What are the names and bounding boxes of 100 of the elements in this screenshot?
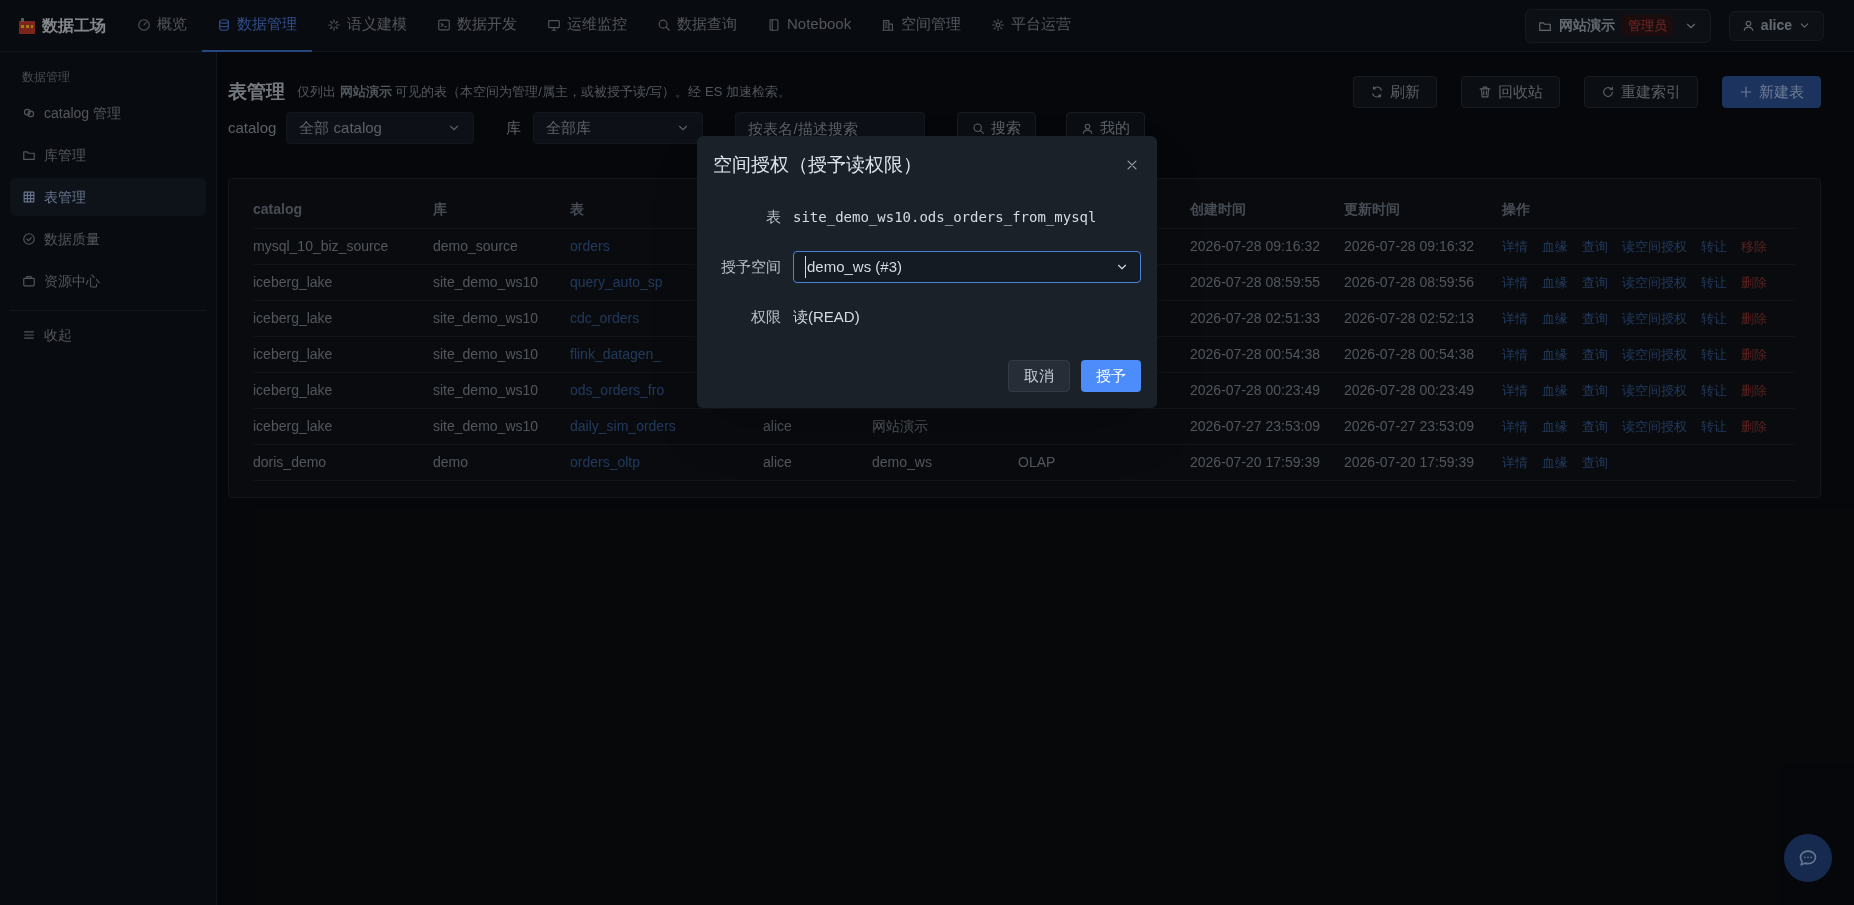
search-icon (972, 121, 986, 135)
table-cell-text: site_demo_ws10 (433, 273, 540, 292)
grid-icon (22, 190, 36, 204)
workspace-switcher[interactable]: 网站演示 管理员 (1524, 8, 1711, 43)
briefcase-icon (22, 274, 36, 288)
field-label: 授予空间 (720, 256, 782, 277)
action-link[interactable]: 查询 (1582, 416, 1608, 437)
book-icon (767, 17, 781, 32)
table-cell-text: 网站演示 (872, 417, 929, 436)
filter-label: 库 (506, 117, 522, 138)
action-link[interactable]: 详情 (1502, 344, 1528, 365)
action-link[interactable]: 血缘 (1542, 416, 1568, 437)
action-link[interactable]: 读空间授权 (1622, 272, 1687, 293)
action-link[interactable]: 删除 (1741, 272, 1767, 293)
action-link[interactable]: 转让 (1701, 308, 1727, 329)
cancel-button[interactable]: 取消 (1008, 360, 1070, 392)
action-link[interactable]: 移除 (1741, 236, 1767, 257)
action-link[interactable]: 查询 (1582, 272, 1608, 293)
database-icon (217, 17, 231, 32)
toolbar-button[interactable]: 刷新 (1353, 76, 1437, 108)
sidebar-item[interactable]: 库管理 (10, 136, 206, 174)
gauge-icon (137, 17, 151, 32)
action-link[interactable]: 详情 (1502, 308, 1528, 329)
action-link[interactable]: 转让 (1701, 344, 1727, 365)
action-link[interactable]: 详情 (1502, 416, 1528, 437)
sparkle-icon (327, 17, 341, 32)
grant-button[interactable]: 授予 (1081, 360, 1141, 392)
sidebar-item[interactable]: 表管理 (10, 178, 206, 216)
link-icon (22, 106, 36, 120)
user-icon (1081, 121, 1095, 135)
table-identifier: site_demo_ws10.ods_orders_from_mysql (793, 207, 1097, 228)
action-link[interactable]: 血缘 (1542, 380, 1568, 401)
user-menu[interactable]: alice (1728, 10, 1824, 41)
table-cell-text: iceberg_lake (253, 273, 334, 292)
action-link[interactable]: 读空间授权 (1622, 380, 1687, 401)
settings-icon (991, 17, 1006, 32)
action-link[interactable]: 血缘 (1542, 308, 1568, 329)
action-link[interactable]: 删除 (1741, 416, 1767, 437)
column-header: 操作 (1502, 200, 1531, 219)
action-link[interactable]: 详情 (1502, 236, 1528, 257)
table-cell-text: 2026-07-28 09:16:32 (1344, 237, 1475, 256)
action-link[interactable]: 查询 (1582, 344, 1608, 365)
action-link[interactable]: 读空间授权 (1622, 236, 1687, 257)
action-link[interactable]: 查询 (1582, 308, 1608, 329)
nav-tab[interactable]: 概览 (122, 0, 202, 52)
action-link[interactable]: 血缘 (1542, 452, 1568, 473)
table-cell-text: 2026-07-27 23:53:09 (1344, 417, 1475, 436)
table-cell-text: 2026-07-28 09:16:32 (1190, 237, 1321, 256)
filter-label: catalog (228, 117, 277, 138)
nav-tab[interactable]: Notebook (752, 0, 867, 52)
action-link[interactable]: 读空间授权 (1622, 416, 1687, 437)
user-icon (1741, 19, 1755, 32)
table-cell-text: iceberg_lake (253, 309, 334, 328)
folder-icon (22, 148, 36, 162)
toolbar-button[interactable]: 重建索引 (1584, 76, 1698, 108)
action-link[interactable]: 删除 (1741, 380, 1767, 401)
action-link[interactable]: 转让 (1701, 380, 1727, 401)
page-title: 表管理 (228, 79, 285, 104)
table-cell-text: doris_demo (253, 453, 328, 472)
plus-icon (1739, 85, 1753, 99)
search-icon (657, 17, 671, 32)
action-link[interactable]: 血缘 (1542, 236, 1568, 257)
action-link[interactable]: 详情 (1502, 380, 1528, 401)
nav-tab[interactable]: 空间管理 (866, 0, 977, 52)
chat-button[interactable] (1784, 834, 1832, 882)
action-link[interactable]: 查询 (1582, 452, 1608, 473)
table-name-link[interactable]: orders_oltp (570, 452, 763, 473)
column-header: 更新时间 (1344, 200, 1401, 219)
sidebar-item[interactable]: 资源中心 (10, 262, 206, 300)
sidebar-item[interactable]: 数据质量 (10, 220, 206, 258)
table-name-link[interactable]: daily_sim_orders (570, 416, 763, 437)
action-link[interactable]: 读空间授权 (1622, 344, 1687, 365)
action-link[interactable]: 详情 (1502, 452, 1528, 473)
nav-tab[interactable]: 语义建模 (312, 0, 422, 52)
action-link[interactable]: 转让 (1701, 272, 1727, 293)
action-link[interactable]: 查询 (1582, 236, 1608, 257)
action-link[interactable]: 血缘 (1542, 272, 1568, 293)
toolbar-button[interactable]: 新建表 (1722, 76, 1821, 108)
role-badge: 管理员 (1621, 14, 1673, 37)
select-field[interactable]: 全部库 (533, 112, 704, 144)
toolbar-button[interactable]: 回收站 (1461, 76, 1560, 108)
nav-tab[interactable]: 运维监控 (532, 0, 642, 52)
action-link[interactable]: 转让 (1701, 416, 1727, 437)
action-link[interactable]: 删除 (1741, 344, 1767, 365)
code-window-icon (437, 17, 451, 32)
nav-tab[interactable]: 平台运营 (976, 0, 1087, 52)
action-link[interactable]: 删除 (1741, 308, 1767, 329)
action-link[interactable]: 详情 (1502, 272, 1528, 293)
sidebar-item[interactable]: catalog 管理 (10, 94, 206, 132)
table-cell-text: iceberg_lake (253, 417, 334, 436)
monitor-icon (547, 17, 561, 32)
nav-tab[interactable]: 数据开发 (422, 0, 532, 52)
action-link[interactable]: 血缘 (1542, 344, 1568, 365)
action-link[interactable]: 查询 (1582, 380, 1608, 401)
workspace-select[interactable]: demo_ws (#3) (793, 251, 1141, 283)
collapse-button[interactable]: 收起 (10, 317, 206, 353)
action-link[interactable]: 转让 (1701, 236, 1727, 257)
action-link[interactable]: 读空间授权 (1622, 308, 1687, 329)
nav-tab[interactable]: 数据查询 (642, 0, 752, 52)
select-field[interactable]: 全部 catalog (286, 112, 475, 144)
